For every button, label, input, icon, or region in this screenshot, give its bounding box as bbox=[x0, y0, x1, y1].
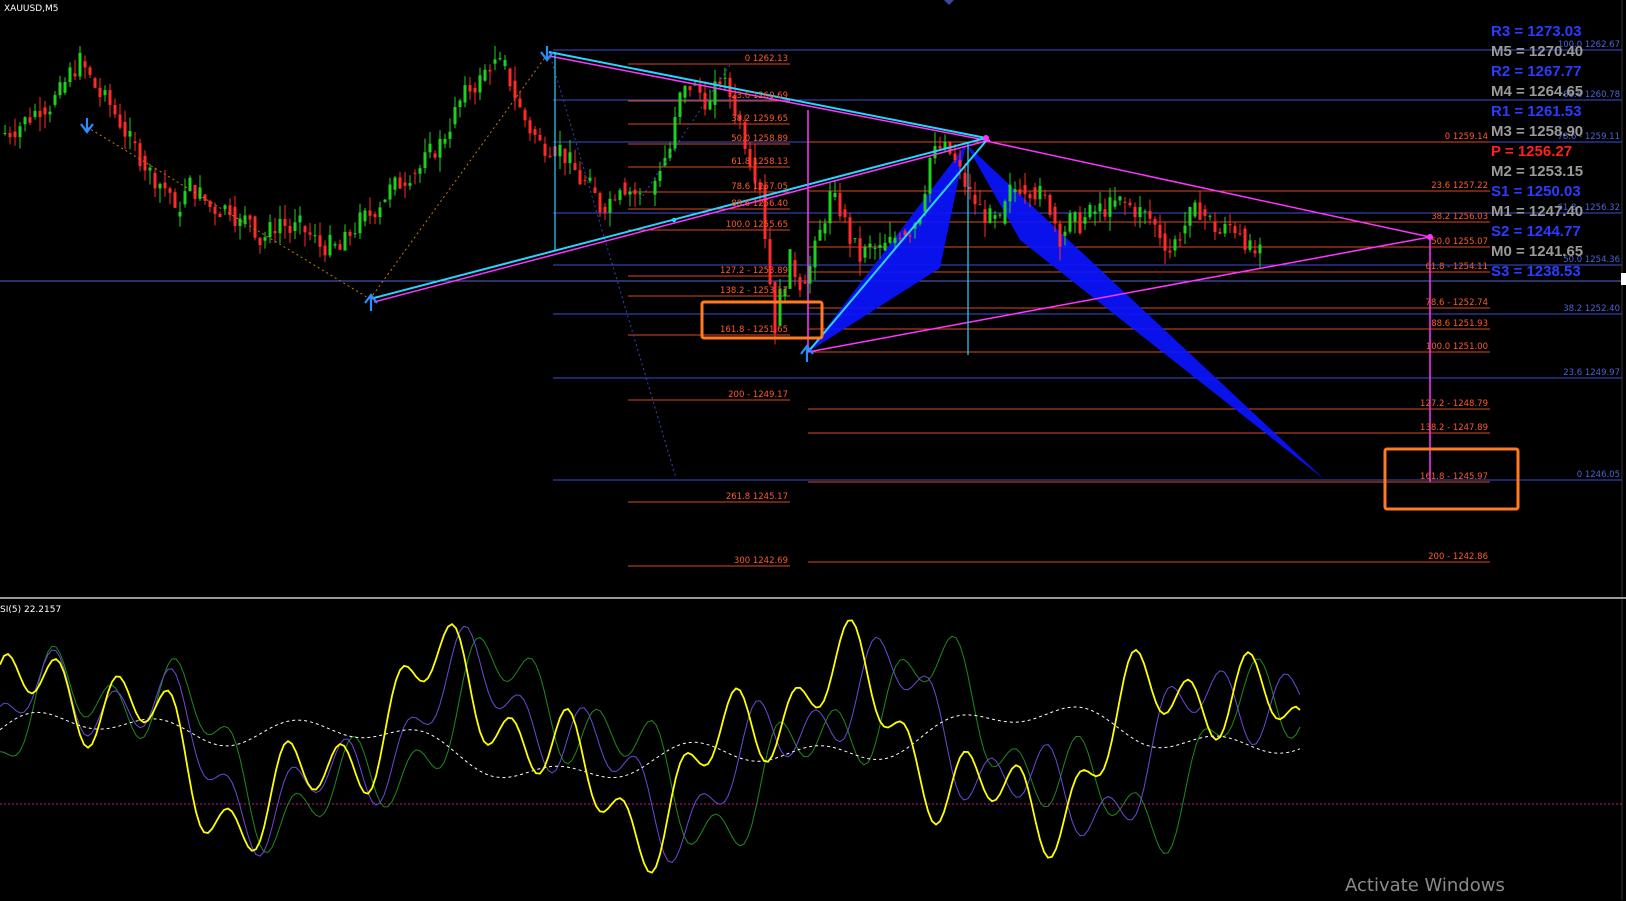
fib-level-label: 23.6 1257.22 bbox=[1431, 181, 1488, 191]
candle bbox=[1193, 199, 1197, 219]
pivot-label: M4 = 1264.65 bbox=[1491, 83, 1583, 100]
fib-level-label: 127.2 - 1248.79 bbox=[1420, 399, 1488, 409]
fib-level-label: 78.6 - 1252.74 bbox=[1425, 298, 1488, 308]
pivot-label: S1 = 1250.03 bbox=[1491, 183, 1581, 200]
fib-level-label: 300 1242.69 bbox=[734, 556, 788, 566]
fib-level-label: 88.6 1256.40 bbox=[731, 199, 788, 209]
price-marker bbox=[1621, 273, 1626, 285]
candle bbox=[93, 76, 97, 89]
pivot-label: S3 = 1238.53 bbox=[1491, 263, 1581, 280]
symbol-label: XAUUSD,M5 bbox=[4, 4, 59, 14]
fib-level-label: 61.8 - 1254.11 bbox=[1425, 262, 1488, 272]
indicator-label: SI(5) 22.2157 bbox=[0, 605, 61, 615]
fib-level-label: 100.0 1251.00 bbox=[1426, 342, 1488, 352]
pivot-label: P = 1256.27 bbox=[1491, 143, 1572, 160]
fib-level-label: 200 - 1249.17 bbox=[728, 390, 788, 400]
pivot-label: M3 = 1258.90 bbox=[1491, 123, 1583, 140]
fib-level-label: 100.0 1255.65 bbox=[726, 220, 788, 230]
fib-level-label: 138.2 - 1247.89 bbox=[1420, 423, 1488, 433]
fib-level-label: 88.6 1251.93 bbox=[1431, 319, 1488, 329]
fib-level-label: 50.0 1258.89 bbox=[731, 134, 788, 144]
fib-level-label: 38.2 1256.03 bbox=[1431, 212, 1488, 222]
chart-canvas[interactable]: 0 1262.13 23.6 1260.69 38.2 1259.65 50.0 12… bbox=[0, 0, 1626, 901]
candle bbox=[1048, 193, 1052, 218]
fib-level-label: 38.2 1259.65 bbox=[731, 114, 788, 124]
fib-level-label: 23.6 1249.97 bbox=[1563, 368, 1620, 378]
fib-level-label: 38.2 1252.40 bbox=[1563, 304, 1620, 314]
candle bbox=[788, 249, 792, 290]
fib-level-label: 50.0 1255.07 bbox=[1431, 237, 1488, 247]
candle bbox=[1003, 199, 1007, 226]
fib-level-label: 0 1246.05 bbox=[1577, 470, 1620, 480]
candle bbox=[1068, 210, 1072, 234]
pivot-label: R1 = 1261.53 bbox=[1491, 103, 1582, 120]
fib-level-label: 0 1262.13 bbox=[745, 54, 788, 64]
pivot-label: S2 = 1244.77 bbox=[1491, 223, 1581, 240]
pivot-label: R3 = 1273.03 bbox=[1491, 23, 1582, 40]
pivot-label: M0 = 1241.65 bbox=[1491, 243, 1583, 260]
pivot-label: M2 = 1253.15 bbox=[1491, 163, 1583, 180]
fib-level-label: 138.2 - 1253.17 bbox=[720, 286, 788, 296]
pivot-label: M5 = 1270.40 bbox=[1491, 43, 1583, 60]
fib-level-label: 161.8 - 1251.65 bbox=[720, 325, 788, 335]
fib-level-label: 200 - 1242.86 bbox=[1428, 552, 1488, 562]
chart-background bbox=[0, 0, 1626, 901]
pivot-label: R2 = 1267.77 bbox=[1491, 63, 1582, 80]
activate-windows-watermark: Activate Windows bbox=[1345, 875, 1505, 896]
fib-level-label: 23.6 1260.69 bbox=[731, 91, 788, 101]
pivot-label: M1 = 1247.40 bbox=[1491, 203, 1583, 220]
fib-level-label: 61.8 1258.13 bbox=[731, 157, 788, 167]
fib-level-label: 127.2 - 1253.89 bbox=[720, 266, 788, 276]
fib-level-label: 161.8 - 1245.97 bbox=[1420, 472, 1488, 482]
fib-level-label: 0 1259.14 bbox=[1445, 132, 1488, 142]
candle bbox=[1243, 225, 1247, 254]
fib-level-label: 78.6 1257.05 bbox=[731, 182, 788, 192]
fib-level-label: 261.8 1245.17 bbox=[726, 492, 788, 502]
